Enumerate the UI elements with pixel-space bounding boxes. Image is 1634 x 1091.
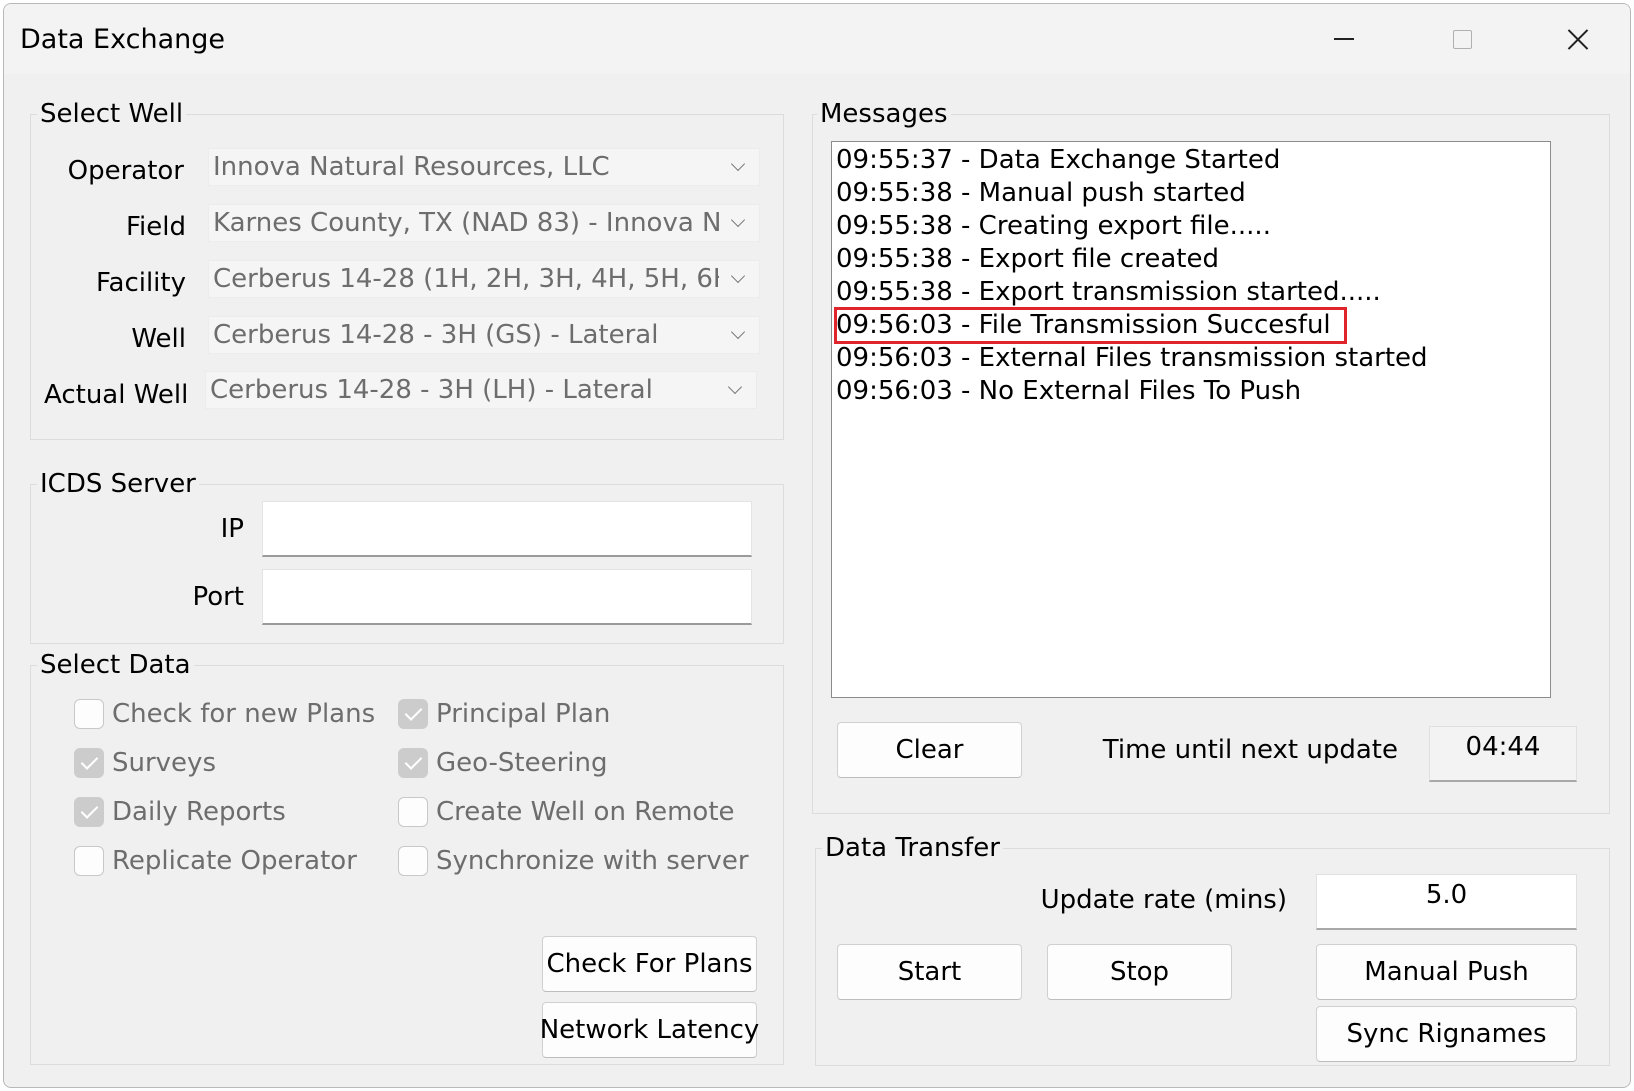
window-title: Data Exchange xyxy=(20,24,225,55)
geo-steering-checkbox[interactable]: Geo-Steering xyxy=(398,748,608,778)
checkmark-icon xyxy=(398,748,428,778)
message-line: 09:55:38 - Export transmission started..… xyxy=(836,277,1381,307)
next-update-timer: 04:44 xyxy=(1429,726,1577,782)
message-line: 09:56:03 - External Files transmission s… xyxy=(836,343,1428,373)
clear-button[interactable]: Clear xyxy=(837,722,1022,778)
next-update-label: Time until next update xyxy=(1102,735,1398,765)
field-value: Karnes County, TX (NAD 83) - Innova Natu… xyxy=(213,208,719,238)
manual-push-button[interactable]: Manual Push xyxy=(1316,944,1577,1000)
synchronize-with-server-checkbox[interactable]: Synchronize with server xyxy=(398,846,749,876)
port-label: Port xyxy=(192,582,244,612)
start-button[interactable]: Start xyxy=(837,944,1022,1000)
message-line: 09:56:03 - No External Files To Push xyxy=(836,376,1302,406)
surveys-checkbox[interactable]: Surveys xyxy=(74,748,216,778)
synchronize-with-server-label: Synchronize with server xyxy=(436,846,749,876)
check-for-new-plans-checkbox[interactable]: Check for new Plans xyxy=(74,699,375,729)
ip-label: IP xyxy=(220,514,244,544)
checkmark-icon xyxy=(74,748,104,778)
replicate-operator-checkbox[interactable]: Replicate Operator xyxy=(74,846,357,876)
chevron-down-icon xyxy=(730,324,746,340)
actual-well-combo[interactable]: Cerberus 14-28 - 3H (LH) - Lateral xyxy=(205,371,757,409)
principal-plan-checkbox[interactable]: Principal Plan xyxy=(398,699,610,729)
facility-label: Facility xyxy=(95,268,186,298)
checkbox-box xyxy=(74,846,104,876)
maximize-button[interactable] xyxy=(1422,16,1502,62)
actual-well-value: Cerberus 14-28 - 3H (LH) - Lateral xyxy=(210,375,653,405)
operator-combo[interactable]: Innova Natural Resources, LLC xyxy=(208,148,760,186)
messages-list[interactable]: 09:55:37 - Data Exchange Started 09:55:3… xyxy=(831,141,1551,698)
operator-value: Innova Natural Resources, LLC xyxy=(213,152,610,182)
well-value: Cerberus 14-28 - 3H (GS) - Lateral xyxy=(213,320,659,350)
checkmark-icon xyxy=(398,699,428,729)
close-icon xyxy=(1567,28,1589,50)
data-exchange-window: Data Exchange Select Well Operator Innov… xyxy=(3,3,1631,1088)
daily-reports-label: Daily Reports xyxy=(112,797,286,827)
replicate-operator-label: Replicate Operator xyxy=(112,846,357,876)
minimize-icon xyxy=(1334,38,1354,40)
update-rate-label: Update rate (mins) xyxy=(1040,885,1287,915)
stop-button[interactable]: Stop xyxy=(1047,944,1232,1000)
create-well-on-remote-label: Create Well on Remote xyxy=(436,797,735,827)
actual-well-label: Actual Well xyxy=(44,380,189,410)
message-line: 09:55:38 - Export file created xyxy=(836,244,1219,274)
chevron-down-icon xyxy=(730,212,746,228)
check-for-new-plans-label: Check for new Plans xyxy=(112,699,376,729)
message-line-highlighted: 09:56:03 - File Transmission Succesful xyxy=(834,307,1347,344)
close-button[interactable] xyxy=(1538,16,1618,62)
maximize-icon xyxy=(1452,29,1472,49)
message-line: 09:55:38 - Manual push started xyxy=(836,178,1246,208)
messages-title: Messages xyxy=(817,99,951,129)
chevron-down-icon xyxy=(730,268,746,284)
principal-plan-label: Principal Plan xyxy=(436,699,611,729)
select-data-title: Select Data xyxy=(37,650,194,680)
select-well-title: Select Well xyxy=(37,99,187,129)
checkbox-box xyxy=(398,846,428,876)
message-line: 09:55:37 - Data Exchange Started xyxy=(836,145,1281,175)
checkbox-box xyxy=(74,699,104,729)
title-bar: Data Exchange xyxy=(4,4,1630,74)
facility-value: Cerberus 14-28 (1H, 2H, 3H, 4H, 5H, 6H, … xyxy=(213,264,719,294)
operator-label: Operator xyxy=(67,156,184,186)
ip-input[interactable] xyxy=(262,501,752,557)
minimize-button[interactable] xyxy=(1304,16,1384,62)
checkmark-icon xyxy=(74,797,104,827)
sync-rignames-button[interactable]: Sync Rignames xyxy=(1316,1006,1577,1062)
field-label: Field xyxy=(125,212,186,242)
daily-reports-checkbox[interactable]: Daily Reports xyxy=(74,797,286,827)
well-combo[interactable]: Cerberus 14-28 - 3H (GS) - Lateral xyxy=(208,316,760,354)
network-latency-button[interactable]: Network Latency xyxy=(540,1002,759,1058)
port-input[interactable] xyxy=(262,569,752,625)
update-rate-input[interactable]: 5.0 xyxy=(1316,874,1577,930)
data-transfer-title: Data Transfer xyxy=(822,833,1003,863)
icds-server-title: ICDS Server xyxy=(37,469,199,499)
message-line: 09:55:38 - Creating export file..... xyxy=(836,211,1271,241)
well-label: Well xyxy=(131,324,186,354)
create-well-on-remote-checkbox[interactable]: Create Well on Remote xyxy=(398,797,735,827)
surveys-label: Surveys xyxy=(112,748,216,778)
chevron-down-icon xyxy=(730,156,746,172)
checkbox-box xyxy=(398,797,428,827)
field-combo[interactable]: Karnes County, TX (NAD 83) - Innova Natu… xyxy=(208,204,760,242)
facility-combo[interactable]: Cerberus 14-28 (1H, 2H, 3H, 4H, 5H, 6H, … xyxy=(208,260,760,298)
chevron-down-icon xyxy=(727,379,743,395)
check-for-plans-button[interactable]: Check For Plans xyxy=(542,936,757,992)
geo-steering-label: Geo-Steering xyxy=(436,748,608,778)
